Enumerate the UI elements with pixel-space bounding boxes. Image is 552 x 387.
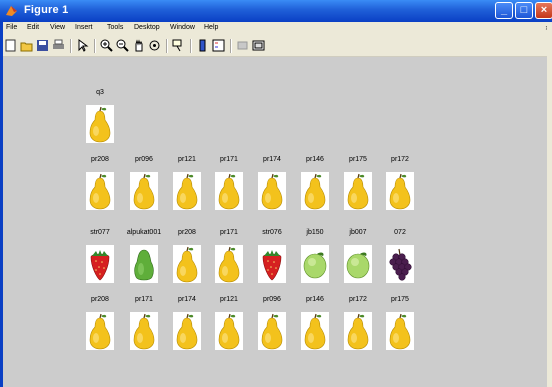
pear-image[interactable] [173,245,201,283]
close-button[interactable]: × [535,2,552,19]
menu-window[interactable]: Window [170,24,195,31]
show-plot-tools-icon[interactable] [252,39,265,52]
pear-image[interactable] [386,312,414,350]
edit-plot-icon[interactable] [76,39,89,52]
pear-image[interactable] [86,105,114,143]
pear-image[interactable] [215,312,243,350]
image-label: pr172 [391,156,409,163]
hide-plot-tools-icon[interactable] [236,39,249,52]
data-cursor-icon[interactable] [172,39,185,52]
pear-image[interactable] [301,172,329,210]
lime-image[interactable] [301,245,329,283]
avocado-image[interactable] [130,245,158,283]
print-icon[interactable] [52,39,65,52]
pear-image[interactable] [344,172,372,210]
pan-icon[interactable] [132,39,145,52]
menu-help[interactable]: Help [204,24,218,31]
pear-image[interactable] [215,172,243,210]
window-right-border [547,22,552,387]
zoom-in-icon[interactable] [100,39,113,52]
strawberry-image[interactable] [258,245,286,283]
menu-desktop[interactable]: Desktop [134,24,160,31]
open-file-icon[interactable] [20,39,33,52]
pear-image[interactable] [344,312,372,350]
maximize-button[interactable]: □ [515,2,533,19]
image-label: q3 [96,89,104,96]
pear-image[interactable] [173,312,201,350]
legend-icon[interactable] [212,39,225,52]
pear-image[interactable] [173,172,201,210]
new-figure-icon[interactable] [4,39,17,52]
window-left-border [0,22,3,387]
pear-image[interactable] [258,312,286,350]
pear-image[interactable] [258,172,286,210]
menu-bar: File Edit View Insert Tools Desktop Wind… [0,22,552,36]
menu-insert[interactable]: Insert [75,24,93,31]
matlab-logo-icon [6,6,17,16]
pear-image[interactable] [130,312,158,350]
zoom-out-icon[interactable] [116,39,129,52]
pear-image[interactable] [86,172,114,210]
menu-edit[interactable]: Edit [27,24,39,31]
title-bar[interactable]: Figure 1 _ □ × [0,0,552,22]
menu-view[interactable]: View [50,24,65,31]
figure-toolbar [0,36,552,57]
window-title: Figure 1 [24,4,69,16]
save-icon[interactable] [36,39,49,52]
minimize-button[interactable]: _ [495,2,513,19]
lime-image[interactable] [344,245,372,283]
grapes-image[interactable] [386,245,414,283]
pear-image[interactable] [386,172,414,210]
minimize-icon: _ [500,4,508,16]
menu-tools[interactable]: Tools [107,24,123,31]
pear-image[interactable] [130,172,158,210]
colorbar-icon[interactable] [196,39,209,52]
rotate-icon[interactable] [148,39,161,52]
maximize-icon: □ [520,4,528,16]
strawberry-image[interactable] [86,245,114,283]
menu-file[interactable]: File [6,24,17,31]
pear-image[interactable] [301,312,329,350]
pear-image[interactable] [86,312,114,350]
image-label: pr175 [391,296,409,303]
close-icon: × [540,4,548,16]
pear-image[interactable] [215,245,243,283]
image-label: 072 [394,229,406,236]
